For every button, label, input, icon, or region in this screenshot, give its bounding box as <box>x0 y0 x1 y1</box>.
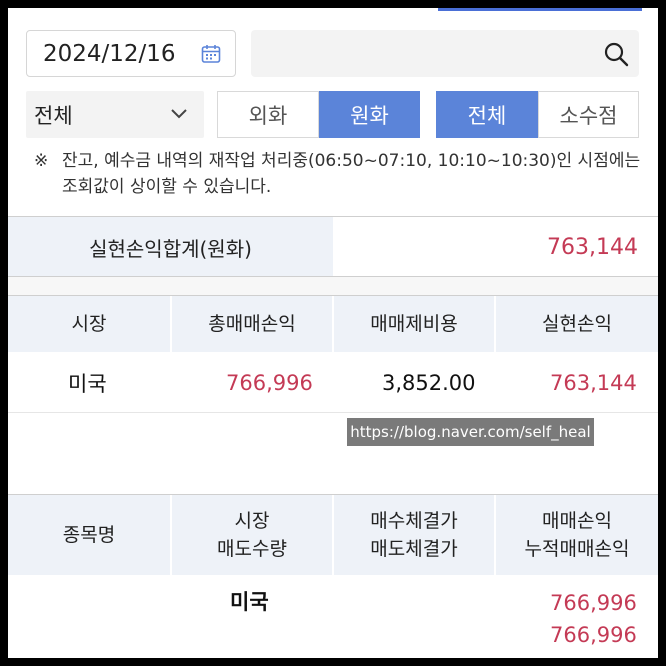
cell-detail-market: 미국 <box>230 590 269 614</box>
summary-label: 실현손익합계(원화) <box>8 217 333 277</box>
search-icon[interactable] <box>603 41 629 67</box>
col-header-exec-price: 매수체결가 매도체결가 <box>370 510 458 560</box>
col-header-cost: 매매제비용 <box>370 313 458 335</box>
market-select[interactable]: 전체 <box>26 91 204 138</box>
col-header-pnl: 매매손익 누적매매손익 <box>524 510 630 560</box>
app-frame: 2024/12/16 전체 외화 원화 전체 소수점 ※ 잔고, 예수금 내역의… <box>8 8 658 658</box>
tab-fractional-label: 소수점 <box>559 103 618 128</box>
realized-summary-row: 실현손익합계(원화) 763,144 <box>8 217 658 277</box>
divider <box>8 412 658 413</box>
date-picker[interactable]: 2024/12/16 <box>26 30 236 77</box>
cell-total-pnl: 766,996 <box>226 371 313 395</box>
tab-all-units-label: 전체 <box>467 103 507 128</box>
calendar-icon[interactable] <box>201 44 221 64</box>
col-header-stock-name: 종목명 <box>62 524 116 546</box>
col-header-market: 시장 <box>71 313 107 335</box>
col-header-realized: 실현손익 <box>542 313 612 335</box>
tab-foreign-currency-label: 외화 <box>248 103 288 128</box>
cell-market: 미국 <box>68 372 107 396</box>
market-select-value: 전체 <box>34 103 73 128</box>
market-table-header: 시장 총매매손익 매매제비용 실현손익 <box>8 296 658 352</box>
date-value: 2024/12/16 <box>43 40 176 67</box>
cell-detail-pnl: 766,996 <box>550 591 637 615</box>
blog-watermark: https://blog.naver.com/self_heal <box>347 418 594 446</box>
detail-table-header: 종목명 시장 매도수량 매수체결가 매도체결가 매매손익 누적매매손익 <box>8 495 658 575</box>
col-header-market-sell-qty: 시장 매도수량 <box>217 510 287 560</box>
notice-mark: ※ <box>34 151 49 171</box>
chevron-down-icon <box>171 109 187 119</box>
tab-fractional[interactable]: 소수점 <box>538 91 639 138</box>
top-accent-bar <box>438 8 642 11</box>
tab-foreign-currency[interactable]: 외화 <box>217 91 319 138</box>
search-input[interactable] <box>251 30 639 77</box>
cell-cost: 3,852.00 <box>382 371 476 395</box>
tab-won-currency-label: 원화 <box>350 103 389 128</box>
summary-value: 763,144 <box>547 234 638 260</box>
tab-all-units[interactable]: 전체 <box>436 91 538 138</box>
notice-body: 잔고, 예수금 내역의 재작업 처리중(06:50~07:10, 10:10~1… <box>62 151 641 197</box>
col-header-total-pnl: 총매매손익 <box>208 313 296 335</box>
section-gap <box>8 277 658 295</box>
cell-detail-cum-pnl: 766,996 <box>550 623 637 647</box>
cell-realized: 763,144 <box>550 371 637 395</box>
notice-text: ※ 잔고, 예수금 내역의 재작업 처리중(06:50~07:10, 10:10… <box>34 148 644 200</box>
tab-won-currency[interactable]: 원화 <box>319 91 420 138</box>
